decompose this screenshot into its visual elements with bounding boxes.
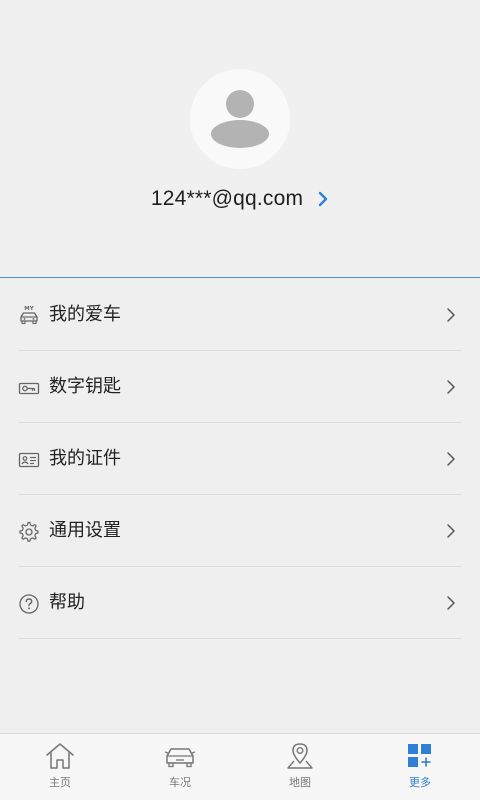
account-email: 124***@qq.com <box>150 187 304 210</box>
map-pin-icon <box>287 743 313 769</box>
chevron-right-icon <box>447 380 455 394</box>
chevron-right-icon <box>447 596 455 610</box>
gear-icon <box>19 521 39 542</box>
settings-menu: MY 我的爱车 数字钥匙 我的证件 通用设置 帮助 <box>0 279 480 639</box>
tab-map[interactable]: 地图 <box>240 734 360 800</box>
more-grid-icon <box>408 744 431 767</box>
id-card-icon <box>18 452 40 468</box>
app-root: 124***@qq.com MY 我的爱车 数字钥匙 我的证件 通用设置 帮助 … <box>0 0 480 800</box>
menu-item-my-car[interactable]: MY 我的爱车 <box>0 279 480 351</box>
tab-label: 更多 <box>409 776 431 789</box>
chevron-right-icon <box>318 191 328 207</box>
account-row[interactable]: 124***@qq.com <box>0 184 480 214</box>
menu-item-general-settings[interactable]: 通用设置 <box>0 495 480 567</box>
help-icon <box>19 594 39 614</box>
my-car-icon: MY <box>20 306 38 325</box>
key-icon <box>18 382 40 395</box>
profile-header: 124***@qq.com <box>0 0 480 278</box>
chevron-right-icon <box>447 524 455 538</box>
home-icon <box>46 743 74 769</box>
menu-label: 通用设置 <box>49 520 121 541</box>
menu-label: 帮助 <box>49 592 85 613</box>
chevron-right-icon <box>447 308 455 322</box>
user-avatar-icon <box>211 90 269 148</box>
bottom-tab-bar: 主页 车况 地图 更多 <box>0 733 480 800</box>
menu-label: 数字钥匙 <box>49 376 121 397</box>
tab-label: 车况 <box>169 776 191 789</box>
menu-label: 我的证件 <box>49 448 121 469</box>
svg-text:MY: MY <box>24 306 34 312</box>
menu-label: 我的爱车 <box>49 304 121 325</box>
tab-more[interactable]: 更多 <box>360 734 480 800</box>
tab-label: 地图 <box>289 776 311 789</box>
header-divider <box>0 277 480 278</box>
tab-label: 主页 <box>49 776 71 789</box>
tab-car-status[interactable]: 车况 <box>120 734 240 800</box>
car-status-icon <box>164 748 196 768</box>
menu-item-help[interactable]: 帮助 <box>0 567 480 639</box>
chevron-right-icon <box>447 452 455 466</box>
avatar[interactable] <box>190 69 290 169</box>
menu-item-my-documents[interactable]: 我的证件 <box>0 423 480 495</box>
menu-item-digital-key[interactable]: 数字钥匙 <box>0 351 480 423</box>
tab-home[interactable]: 主页 <box>0 734 120 800</box>
